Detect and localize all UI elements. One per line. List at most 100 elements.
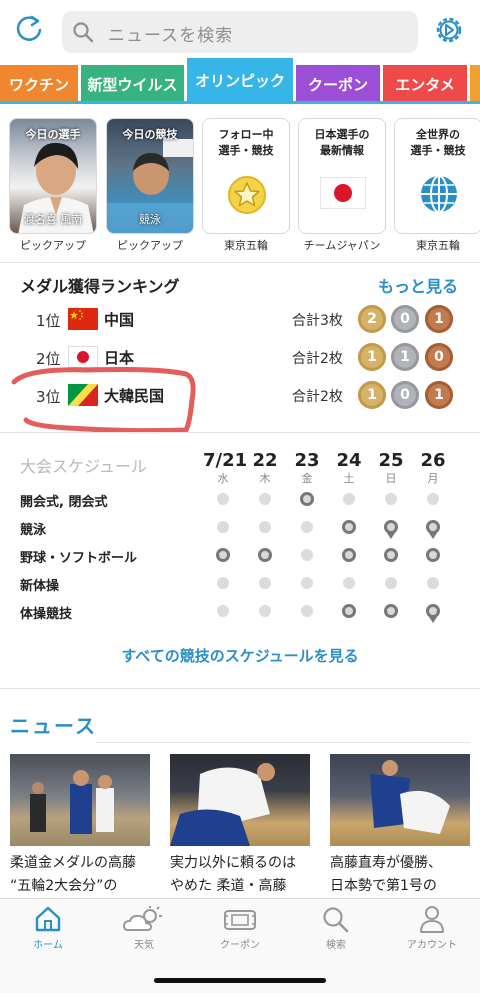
schedule-empty-dot [259, 521, 271, 533]
medal-row[interactable]: 1位 中国 合計3枚 2 0 1 [0, 305, 480, 335]
card-today-event[interactable]: 今日の競技 競泳 [106, 118, 194, 234]
tab-olympics[interactable]: オリンピック [187, 58, 293, 103]
schedule-event-icon[interactable] [342, 548, 356, 562]
sport-label[interactable]: 体操競技 [20, 603, 72, 622]
tab-coupon[interactable]: クーポン [296, 65, 380, 103]
schedule-event-icon[interactable] [258, 548, 272, 562]
tab-entertainment[interactable]: エンタメ [383, 65, 467, 103]
card-sub-label: ピックアップ [117, 239, 183, 252]
tab-vaccine[interactable]: ワクチン [0, 65, 78, 103]
home-indicator [154, 978, 326, 983]
silver-medal-count: 0 [391, 305, 419, 333]
card-world-athletes[interactable]: 全世界の 選手・競技 [394, 118, 480, 234]
tab-coupon[interactable]: クーポン [195, 905, 285, 951]
see-more-link[interactable]: もっと見る [378, 273, 458, 297]
date-column: 25 日 [378, 450, 404, 485]
schedule-event-icon[interactable] [342, 604, 356, 618]
schedule-empty-dot [427, 493, 439, 505]
schedule-empty-dot [301, 605, 313, 617]
schedule-empty-dot [301, 577, 313, 589]
schedule-empty-dot [427, 577, 439, 589]
country-name: 中国 [104, 311, 135, 329]
tab-home[interactable]: ホーム [3, 905, 93, 951]
search-icon [73, 22, 94, 43]
schedule-empty-dot [343, 493, 355, 505]
rank-label: 1位 [36, 312, 61, 330]
medal-total: 合計2枚 [292, 351, 343, 367]
bronze-medal-count: 1 [425, 305, 453, 333]
refresh-icon[interactable] [12, 12, 46, 46]
news-headline[interactable]: 柔道金メダルの高藤 “五輪2大会分”の [10, 852, 155, 898]
athlete-name: 渡名喜 風南 [23, 213, 83, 226]
card-following[interactable]: フォロー中 選手・競技 [202, 118, 290, 234]
gold-medal-count: 1 [358, 381, 386, 409]
japan-flag-icon [320, 177, 366, 209]
schedule-medal-event-icon[interactable] [426, 520, 440, 534]
medal-ranking-title: メダル獲得ランキング [20, 277, 180, 296]
date-column: 26 月 [420, 450, 446, 485]
tab-partial-next[interactable] [470, 65, 480, 103]
news-section-title: ニュース [10, 714, 97, 738]
news-image[interactable] [10, 754, 150, 846]
news-headline[interactable]: 高藤直寿が優勝、 日本勢で第1号の [330, 852, 475, 898]
schedule-empty-dot [301, 521, 313, 533]
tab-weather[interactable]: 天気 [99, 905, 189, 951]
schedule-medal-event-icon[interactable] [384, 520, 398, 534]
schedule-event-icon[interactable] [384, 548, 398, 562]
judo-photo [170, 763, 275, 846]
china-flag-icon [68, 308, 98, 330]
tab-search[interactable]: 検索 [291, 905, 381, 951]
settings-gear-icon[interactable] [432, 13, 466, 47]
date-column: 23 金 [294, 450, 320, 485]
coupon-ticket-icon [224, 910, 256, 930]
schedule-event-icon[interactable] [300, 492, 314, 506]
silver-medal-count: 1 [391, 343, 419, 371]
tab-new-virus[interactable]: 新型ウイルス [81, 65, 184, 103]
schedule-event-icon[interactable] [426, 548, 440, 562]
judo-photo [370, 760, 450, 834]
all-schedule-link[interactable]: すべての競技のスケジュールを見る [0, 645, 480, 666]
card-title: 今日の競技 [122, 128, 178, 141]
schedule-event-icon[interactable] [216, 548, 230, 562]
bronze-medal-count: 0 [425, 343, 453, 371]
schedule-empty-dot [301, 549, 313, 561]
schedule-empty-dot [385, 493, 397, 505]
schedule-event-icon[interactable] [342, 520, 356, 534]
silver-medal-count: 0 [391, 381, 419, 409]
schedule-empty-dot [217, 577, 229, 589]
card-japan-athletes[interactable]: 日本選手の 最新情報 [298, 118, 386, 234]
medal-ribbon-icon [429, 533, 437, 539]
medal-total: 合計3枚 [292, 313, 343, 329]
card-today-athlete[interactable]: 今日の選手 渡名喜 風南 [9, 118, 97, 234]
news-image[interactable] [330, 754, 470, 846]
sport-label[interactable]: 開会式, 閉会式 [20, 491, 107, 510]
section-divider [0, 688, 480, 689]
feature-cards: 今日の選手 渡名喜 風南 ピックアップ 今日の競技 競泳 ピックアップ フォロー… [0, 112, 480, 262]
weather-icon [122, 906, 162, 931]
card-sub-label: チームジャパン [303, 239, 381, 252]
card-title: 日本選手の 最新情報 [314, 128, 370, 157]
medal-ribbon-icon [429, 617, 437, 623]
search-input[interactable]: ニュースを検索 [62, 11, 418, 53]
sport-label[interactable]: 野球・ソフトボール [20, 547, 137, 566]
section-divider [0, 432, 480, 433]
news-divider [96, 742, 470, 743]
schedule-event-icon[interactable] [384, 604, 398, 618]
schedule-medal-event-icon[interactable] [426, 604, 440, 618]
account-person-icon [420, 906, 444, 933]
red-annotation-scribble [11, 367, 196, 434]
date-column: 22 木 [252, 450, 278, 485]
gold-medal-count: 1 [358, 343, 386, 371]
tab-underline [0, 101, 480, 104]
news-image[interactable] [170, 754, 310, 846]
medal-total: 合計2枚 [292, 389, 343, 405]
date-column: 7/21 水 [203, 450, 248, 485]
schedule-empty-dot [217, 521, 229, 533]
star-medal-icon [228, 176, 266, 214]
news-headline[interactable]: 実力以外に頼るのは やめた 柔道・高藤 [170, 852, 315, 898]
schedule-empty-dot [343, 577, 355, 589]
sport-label[interactable]: 競泳 [20, 519, 46, 538]
tab-account[interactable]: アカウント [387, 905, 477, 951]
sport-label[interactable]: 新体操 [20, 575, 59, 594]
schedule-empty-dot [259, 493, 271, 505]
